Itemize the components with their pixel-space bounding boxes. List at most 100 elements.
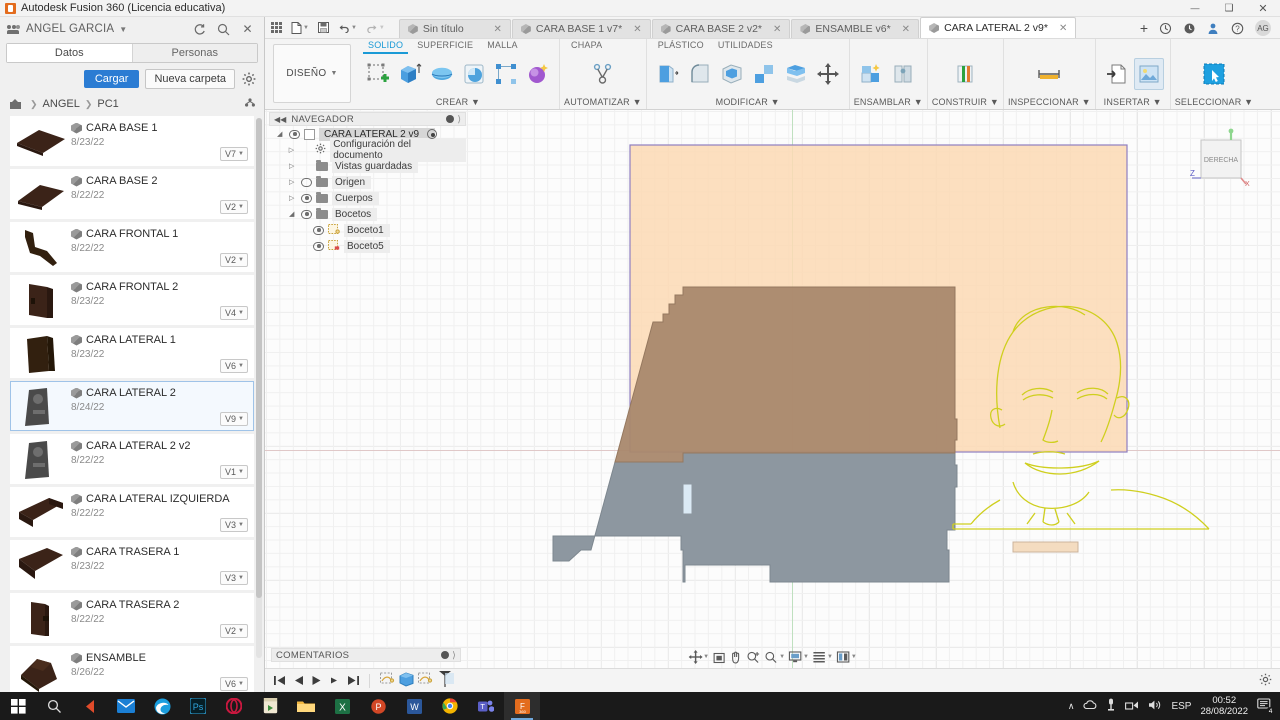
revolve-icon[interactable]	[427, 58, 457, 90]
extrude-feature-icon[interactable]	[398, 671, 416, 690]
joint-icon[interactable]	[888, 58, 918, 90]
view-cube[interactable]: DERECHA Z X	[1184, 128, 1254, 198]
close-button[interactable]: ✕	[1246, 0, 1280, 17]
timeline-settings-icon[interactable]	[1259, 673, 1280, 689]
close-icon[interactable]: ✕	[896, 24, 910, 35]
undo-icon[interactable]: ▼	[338, 22, 357, 33]
step-back-icon[interactable]	[293, 675, 304, 686]
tab-personas[interactable]: Personas	[132, 44, 258, 62]
plus-icon[interactable]: +	[1140, 20, 1148, 36]
powerpoint-icon[interactable]: P	[360, 692, 396, 720]
edge-icon[interactable]	[144, 692, 180, 720]
comments-panel[interactable]: COMENTARIOS ⟩	[271, 648, 461, 662]
document-tab[interactable]: Sin título✕	[399, 19, 511, 38]
options-dot-icon[interactable]	[441, 651, 449, 659]
document-tab[interactable]: CARA LATERAL 2 v9*✕	[920, 17, 1076, 38]
file-card[interactable]: CARA BASE 28/22/22V2▼	[10, 169, 254, 219]
file-card[interactable]: ENSAMBLE8/26/22V6▼	[10, 646, 254, 692]
visibility-eye-icon[interactable]	[313, 242, 324, 251]
play-icon[interactable]	[311, 675, 322, 686]
file-list-scrollbar[interactable]	[256, 118, 262, 658]
grid-view-icon[interactable]	[244, 97, 256, 112]
file-version-badge[interactable]: V6▼	[220, 359, 248, 373]
sketch-feature-icon[interactable]	[417, 671, 435, 690]
ribbon-group-label-seleccionar[interactable]: SELECCIONAR ▼	[1175, 95, 1254, 109]
measure-icon[interactable]	[1034, 58, 1064, 90]
file-version-badge[interactable]: V6▼	[220, 677, 248, 691]
create-form-icon[interactable]	[523, 58, 553, 90]
document-tab[interactable]: CARA BASE 1 v7*✕	[512, 19, 651, 38]
move-copy-icon[interactable]	[813, 58, 843, 90]
tree-expander-icon[interactable]: ▷	[289, 146, 297, 154]
volume-icon[interactable]	[1148, 699, 1162, 714]
language-indicator[interactable]: ESP	[1171, 701, 1191, 712]
redo-icon[interactable]: ▼	[366, 22, 385, 33]
navigator-tree-item[interactable]: ▷Configuración del documento	[269, 142, 466, 158]
step-forward-icon[interactable]	[329, 675, 340, 686]
select-window-icon[interactable]	[1199, 58, 1229, 90]
visibility-eye-icon[interactable]	[301, 210, 312, 219]
options-dot-icon[interactable]	[446, 115, 454, 123]
orbit-icon[interactable]: ▼	[688, 650, 709, 664]
file-card[interactable]: CARA FRONTAL 28/23/22V4▼	[10, 275, 254, 325]
search-icon[interactable]	[36, 692, 72, 720]
grid-snap-icon[interactable]: ▼	[813, 651, 833, 663]
navigator-resize-handle[interactable]: ⟩	[457, 114, 461, 125]
help-icon[interactable]: ?	[1231, 22, 1244, 35]
tree-expander-icon[interactable]: ▷	[289, 178, 297, 186]
press-pull-icon[interactable]	[653, 58, 683, 90]
timeline-marker[interactable]	[436, 670, 454, 691]
file-card[interactable]: CARA LATERAL 2 v28/22/22V1▼	[10, 434, 254, 484]
cortana-icon[interactable]	[72, 692, 108, 720]
file-card[interactable]: CARA TRASERA 18/23/22V3▼	[10, 540, 254, 590]
file-card[interactable]: CARA LATERAL 28/24/22V9▼	[10, 381, 254, 431]
pan-hand-icon[interactable]	[730, 651, 743, 664]
extrude-icon[interactable]	[395, 58, 425, 90]
collapse-left-icon[interactable]: ◀◀	[274, 115, 286, 124]
new-folder-button[interactable]: Nueva carpeta	[145, 69, 235, 89]
file-version-badge[interactable]: V2▼	[220, 624, 248, 638]
onedrive-icon[interactable]	[1083, 699, 1097, 714]
file-version-badge[interactable]: V4▼	[220, 306, 248, 320]
fusion360-icon[interactable]: F360	[504, 692, 540, 720]
file-version-badge[interactable]: V1▼	[220, 465, 248, 479]
home-icon[interactable]	[10, 99, 21, 109]
navigator-tree-item[interactable]: ▷Cuerpos	[269, 190, 466, 206]
tray-chevron-icon[interactable]: ∧	[1068, 701, 1075, 712]
navigator-tree-item[interactable]: ◢Bocetos	[269, 206, 466, 222]
file-card[interactable]: CARA LATERAL IZQUIERDA8/22/22V3▼	[10, 487, 254, 537]
clock-icon[interactable]	[1183, 22, 1196, 35]
mail-icon[interactable]	[108, 692, 144, 720]
pattern-icon[interactable]	[491, 58, 521, 90]
file-card[interactable]: CARA BASE 18/23/22V7▼	[10, 116, 254, 166]
insert-image-icon[interactable]	[1134, 58, 1164, 90]
tree-expander-icon[interactable]: ▷	[289, 194, 297, 202]
chevron-down-icon[interactable]: ▼	[119, 25, 127, 34]
file-version-badge[interactable]: V3▼	[220, 571, 248, 585]
upload-button[interactable]: Cargar	[84, 70, 140, 88]
file-icon[interactable]: ▼	[291, 22, 309, 34]
tree-expander-icon[interactable]: ◢	[277, 130, 285, 138]
file-list[interactable]: CARA BASE 18/23/22V7▼CARA BASE 28/22/22V…	[0, 114, 264, 692]
notifications-icon[interactable]: 4	[1257, 698, 1272, 714]
ribbon-group-label-modificar[interactable]: MODIFICAR ▼	[651, 95, 845, 109]
activate-component-icon[interactable]	[427, 129, 437, 139]
close-icon[interactable]: ✕	[1053, 23, 1067, 34]
sketch-feature-icon[interactable]	[379, 671, 397, 690]
refresh-icon[interactable]	[192, 22, 207, 37]
close-icon[interactable]: ✕	[487, 24, 501, 35]
ribbon-group-label-crear[interactable]: CREAR ▼	[361, 95, 555, 109]
refresh-circle-icon[interactable]	[1159, 22, 1172, 35]
minimize-button[interactable]: —	[1178, 0, 1212, 17]
visibility-eye-icon[interactable]	[301, 194, 312, 203]
new-component-icon[interactable]	[856, 58, 886, 90]
display-settings-icon[interactable]: ▼	[789, 651, 809, 663]
file-version-badge[interactable]: V7▼	[220, 147, 248, 161]
tab-datos[interactable]: Datos	[7, 44, 132, 62]
ribbon-tab-utilidades[interactable]: UTILIDADES	[711, 39, 780, 52]
document-tab[interactable]: CARA BASE 2 v2*✕	[652, 19, 791, 38]
close-icon[interactable]: ✕	[767, 24, 781, 35]
construct-plane-icon[interactable]	[950, 58, 980, 90]
excel-icon[interactable]: X	[324, 692, 360, 720]
pan-fit-icon[interactable]	[713, 651, 726, 664]
